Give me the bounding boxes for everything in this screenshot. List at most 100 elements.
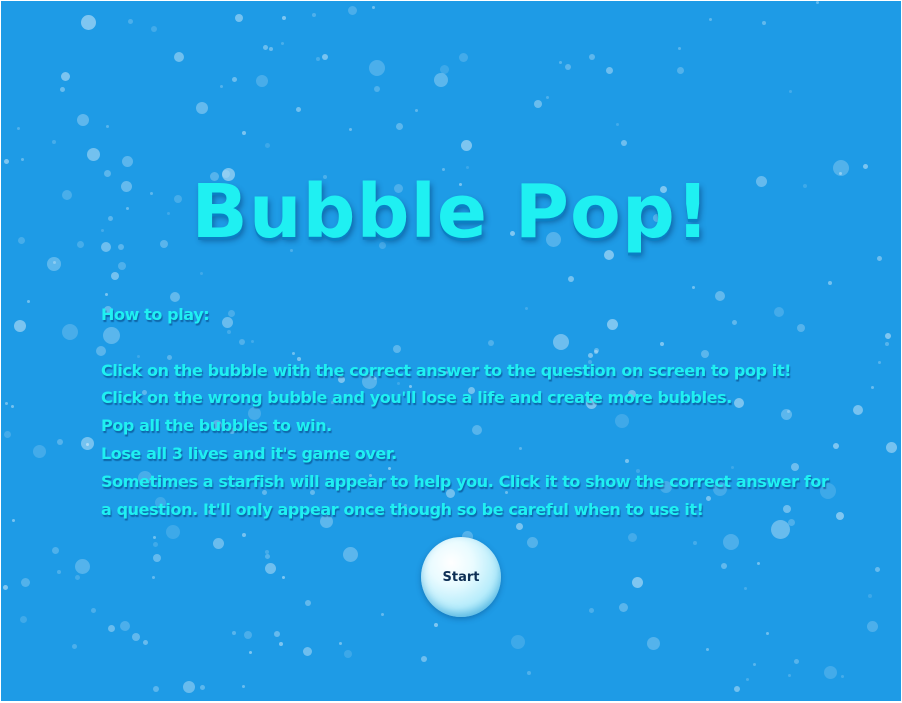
bubble-decoration xyxy=(21,158,24,161)
bubble-decoration xyxy=(559,61,562,64)
bubble-decoration xyxy=(242,131,246,135)
bubble-decoration xyxy=(877,256,882,261)
bubble-decoration xyxy=(256,75,268,87)
game-screen: Bubble Pop! How to play: Click on the bu… xyxy=(1,1,901,701)
bubble-decoration xyxy=(348,6,357,15)
bubble-decoration xyxy=(871,386,874,389)
bubble-decoration xyxy=(91,608,96,613)
bubble-decoration xyxy=(20,616,27,623)
bubble-decoration xyxy=(305,600,311,606)
bubble-decoration xyxy=(265,143,270,148)
bubble-decoration xyxy=(47,257,61,271)
bubble-decoration xyxy=(692,286,695,289)
bubble-decoration xyxy=(344,650,352,658)
instruction-line: a question. It'll only appear once thoug… xyxy=(101,499,704,519)
bubble-decoration xyxy=(434,623,438,627)
bubble-decoration xyxy=(153,554,161,562)
bubble-decoration xyxy=(62,324,78,340)
instruction-line: Pop all the bubbles to win. xyxy=(101,416,332,436)
bubble-decoration xyxy=(415,109,418,112)
bubble-decoration xyxy=(632,577,643,588)
bubble-decoration xyxy=(106,125,109,128)
bubble-decoration xyxy=(57,439,63,445)
bubble-decoration xyxy=(709,18,712,21)
bubble-decoration xyxy=(343,547,358,562)
bubble-decoration xyxy=(14,320,26,332)
bubble-decoration xyxy=(52,547,59,554)
bubble-decoration xyxy=(816,1,819,4)
bubble-decoration xyxy=(153,542,158,547)
bubble-decoration xyxy=(374,86,380,92)
bubble-decoration xyxy=(678,47,681,50)
bubble-decoration xyxy=(152,576,155,579)
bubble-decoration xyxy=(621,140,627,146)
bubble-decoration xyxy=(546,96,549,99)
bubble-decoration xyxy=(616,123,619,126)
bubble-decoration xyxy=(753,663,756,666)
bubble-decoration xyxy=(339,642,342,645)
bubble-decoration xyxy=(153,536,156,539)
bubble-decoration xyxy=(166,525,180,539)
bubble-decoration xyxy=(242,533,246,537)
bubble-decoration xyxy=(381,613,384,616)
bubble-decoration xyxy=(105,293,108,296)
bubble-decoration xyxy=(232,77,237,82)
bubble-decoration xyxy=(242,685,245,688)
bubble-decoration xyxy=(766,632,769,635)
bubble-decoration xyxy=(534,100,542,108)
bubble-decoration xyxy=(265,563,276,574)
bubble-decoration xyxy=(151,26,157,32)
bubble-decoration xyxy=(213,538,224,549)
bubble-decoration xyxy=(746,678,749,681)
bubble-decoration xyxy=(282,576,285,579)
bubble-decoration xyxy=(61,72,70,81)
bubble-decoration xyxy=(372,6,375,9)
bubble-decoration xyxy=(568,276,574,282)
bubble-decoration xyxy=(875,567,880,572)
bubble-decoration xyxy=(274,631,280,637)
bubble-decoration xyxy=(263,45,268,50)
bubble-decoration xyxy=(647,637,660,650)
bubble-decoration xyxy=(606,67,613,74)
bubble-decoration xyxy=(27,300,30,303)
bubble-decoration xyxy=(589,54,595,60)
bubble-decoration xyxy=(833,443,839,449)
bubble-decoration xyxy=(841,675,844,678)
bubble-decoration xyxy=(527,671,531,675)
bubble-decoration xyxy=(249,651,252,654)
bubble-decoration xyxy=(17,127,20,130)
bubble-decoration xyxy=(232,631,236,635)
bubble-decoration xyxy=(11,405,14,408)
bubble-decoration xyxy=(33,445,46,458)
bubble-decoration xyxy=(511,635,525,649)
bubble-decoration xyxy=(265,554,270,559)
bubble-decoration xyxy=(589,608,594,613)
bubble-decoration xyxy=(824,666,837,679)
bubble-decoration xyxy=(369,60,385,76)
bubble-decoration xyxy=(316,57,320,61)
bubble-decoration xyxy=(281,42,284,45)
bubble-decoration xyxy=(693,541,697,545)
bubble-decoration xyxy=(868,594,872,598)
game-title: Bubble Pop! xyxy=(191,169,711,255)
bubble-decoration xyxy=(628,533,637,542)
start-label: Start xyxy=(442,569,480,585)
bubble-decoration xyxy=(196,102,208,114)
bubble-decoration xyxy=(878,361,881,364)
bubble-decoration xyxy=(122,156,133,167)
start-button[interactable]: Start xyxy=(421,537,501,617)
bubble-decoration xyxy=(459,53,468,62)
bubble-decoration xyxy=(87,148,100,161)
bubble-decoration xyxy=(789,90,792,93)
bubble-decoration xyxy=(677,67,684,74)
bubble-decoration xyxy=(53,261,56,264)
bubble-decoration xyxy=(619,603,628,612)
bubble-decoration xyxy=(244,631,252,639)
bubble-decoration xyxy=(296,107,301,112)
bubble-decoration xyxy=(706,648,709,651)
bubble-decoration xyxy=(77,114,89,126)
bubble-decoration xyxy=(421,656,427,662)
bubble-decoration xyxy=(75,575,80,580)
bubble-decoration xyxy=(885,342,889,346)
